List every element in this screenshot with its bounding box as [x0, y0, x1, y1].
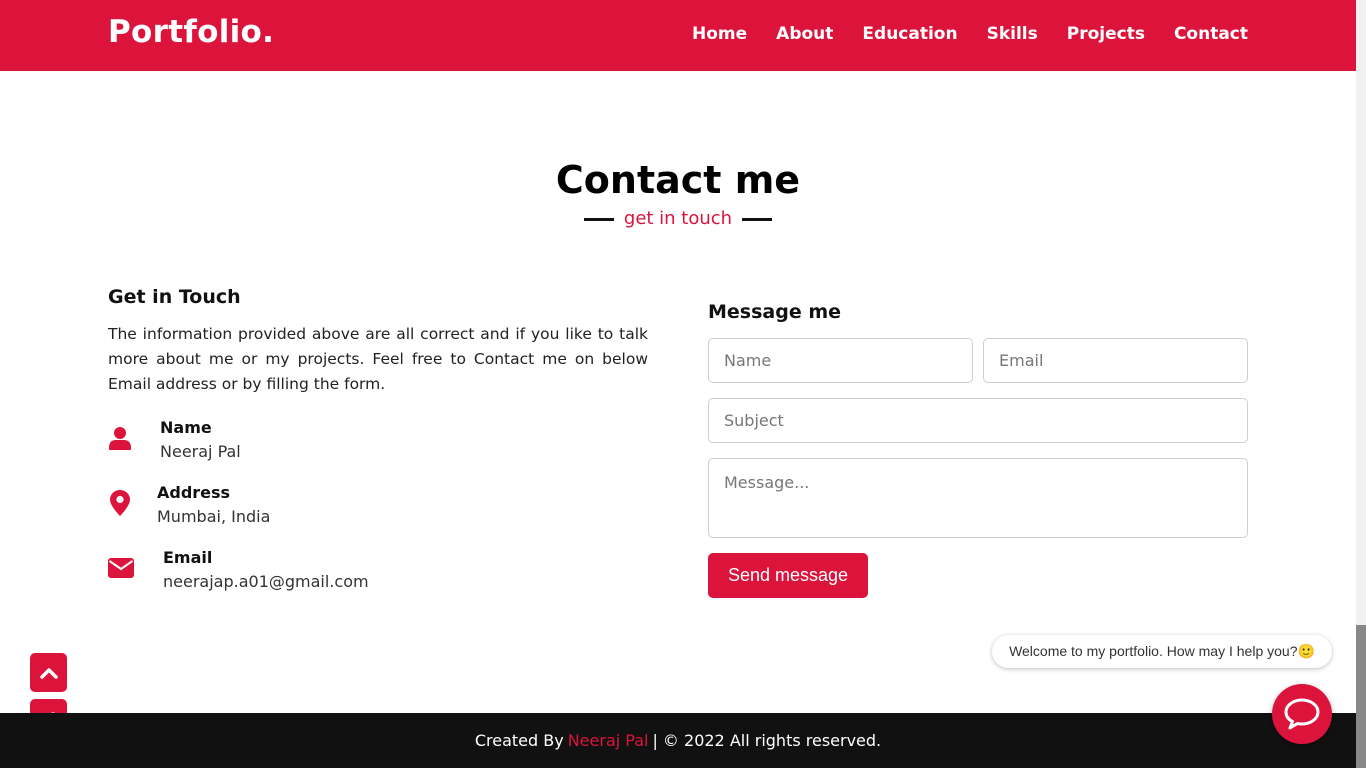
envelope-icon — [108, 556, 134, 580]
subtitle-line-left — [584, 217, 615, 221]
user-icon — [108, 426, 132, 450]
footer-created-by: Created By — [474, 731, 564, 750]
info-value: Neeraj Pal — [160, 442, 241, 461]
logo[interactable]: Portfolio. — [108, 14, 274, 50]
footer-author-link[interactable]: Neeraj Pal — [568, 731, 649, 750]
section-subtitle: get in touch — [0, 208, 1356, 229]
message-me-heading: Message me — [708, 301, 842, 323]
scrollbar-thumb[interactable] — [1356, 625, 1366, 768]
send-message-button[interactable]: Send message — [708, 553, 868, 598]
info-title: Address — [157, 483, 231, 502]
nav-links: Home About Education Skills Projects Con… — [692, 24, 1248, 44]
footer: Created By Neeraj Pal | © 2022 All right… — [0, 713, 1356, 768]
info-row-address: Address Mumbai, India — [108, 483, 270, 526]
message-textarea[interactable] — [708, 458, 1248, 538]
nav-link-about[interactable]: About — [776, 24, 833, 44]
chat-button[interactable] — [1272, 684, 1332, 744]
map-marker-icon — [108, 490, 132, 516]
footer-rights: | © 2022 All rights reserved. — [652, 731, 882, 750]
subtitle-text: get in touch — [623, 208, 733, 229]
info-row-email: Email neerajap.a01@gmail.com — [108, 548, 369, 591]
nav-link-home[interactable]: Home — [692, 24, 747, 44]
scroll-top-button[interactable] — [30, 653, 67, 692]
chevron-up-icon — [39, 667, 58, 679]
info-text: Name Neeraj Pal — [160, 418, 241, 461]
info-text: Address Mumbai, India — [157, 483, 270, 526]
subject-input[interactable] — [708, 398, 1248, 443]
get-in-touch-text: The information provided above are all c… — [108, 325, 648, 393]
get-in-touch-panel: Get in Touch The information provided ab… — [108, 286, 648, 397]
nav-link-contact[interactable]: Contact — [1174, 24, 1248, 44]
info-title: Name — [160, 418, 212, 437]
info-text: Email neerajap.a01@gmail.com — [163, 548, 369, 591]
nav-link-projects[interactable]: Projects — [1067, 24, 1145, 44]
info-value[interactable]: neerajap.a01@gmail.com — [163, 572, 369, 591]
navbar: Portfolio. Home About Education Skills P… — [0, 0, 1356, 71]
name-input[interactable] — [708, 338, 973, 383]
chat-icon — [1284, 698, 1320, 730]
subtitle-line-right — [741, 217, 772, 221]
nav-link-education[interactable]: Education — [862, 24, 957, 44]
info-row-name: Name Neeraj Pal — [108, 418, 241, 461]
info-title: Email — [163, 548, 213, 567]
chat-welcome-bubble[interactable]: Welcome to my portfolio. How may I help … — [992, 635, 1332, 668]
nav-link-skills[interactable]: Skills — [987, 24, 1038, 44]
info-value: Mumbai, India — [157, 507, 271, 526]
section-title: Contact me — [555, 158, 801, 202]
get-in-touch-heading: Get in Touch — [108, 286, 241, 308]
email-input[interactable] — [983, 338, 1248, 383]
